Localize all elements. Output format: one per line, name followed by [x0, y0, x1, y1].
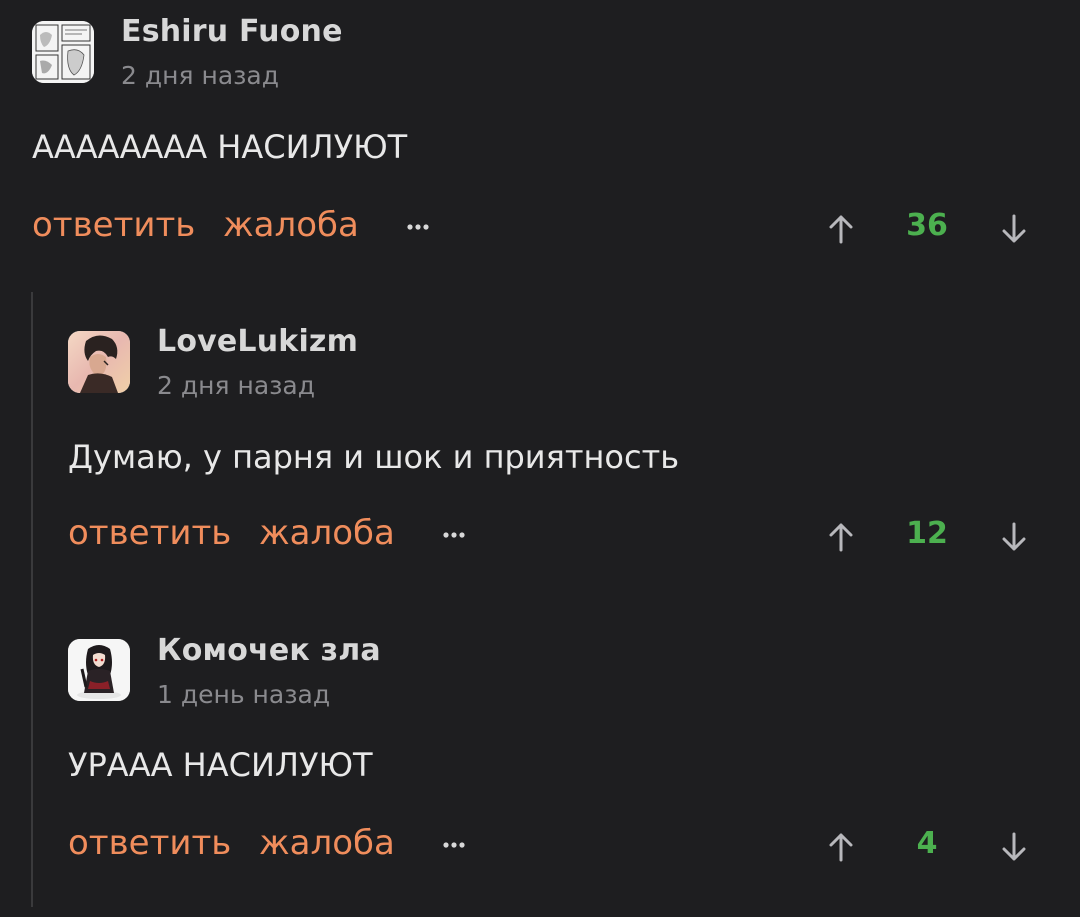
report-button[interactable]: жалоба	[259, 823, 395, 863]
timestamp: 2 дня назад	[121, 61, 280, 90]
arrow-up-icon[interactable]	[825, 831, 857, 863]
avatar[interactable]	[32, 21, 94, 83]
vote-score: 12	[906, 516, 948, 551]
comment-reply: Комочек зла 1 день назад УРААА НАСИЛУЮТ …	[0, 620, 1080, 917]
avatar[interactable]	[68, 639, 130, 701]
author-name[interactable]: Комочек зла	[157, 633, 381, 668]
comment-text: УРААА НАСИЛУЮТ	[68, 746, 373, 784]
vote-score: 36	[906, 208, 948, 243]
comment-actions: ответить жалоба 4	[0, 823, 1080, 873]
comment-reply: LoveLukizm 2 дня назад Думаю, у парня и …	[0, 310, 1080, 610]
comment-actions: ответить жалоба 12	[0, 513, 1080, 563]
report-button[interactable]: жалоба	[223, 205, 359, 245]
reply-button[interactable]: ответить	[68, 823, 231, 863]
author-name[interactable]: LoveLukizm	[157, 324, 358, 359]
arrow-up-icon[interactable]	[825, 521, 857, 553]
arrow-down-icon[interactable]	[998, 831, 1030, 863]
comment-text: Думаю, у парня и шок и приятность	[68, 438, 680, 476]
report-button[interactable]: жалоба	[259, 513, 395, 553]
author-name[interactable]: Eshiru Fuone	[121, 14, 343, 49]
reply-button[interactable]: ответить	[68, 513, 231, 553]
comment-actions: ответить жалоба 36	[0, 205, 1080, 255]
comment: Eshiru Fuone 2 дня назад АААААААА НАСИЛУ…	[0, 0, 1080, 280]
more-dots-icon[interactable]	[404, 219, 432, 233]
comments-page: Eshiru Fuone 2 дня назад АААААААА НАСИЛУ…	[0, 0, 1080, 917]
more-dots-icon[interactable]	[440, 527, 468, 541]
timestamp: 1 день назад	[157, 680, 331, 709]
more-dots-icon[interactable]	[440, 837, 468, 851]
comment-text: АААААААА НАСИЛУЮТ	[32, 128, 408, 166]
timestamp: 2 дня назад	[157, 371, 316, 400]
vote-score: 4	[916, 826, 938, 861]
arrow-down-icon[interactable]	[998, 521, 1030, 553]
arrow-down-icon[interactable]	[998, 213, 1030, 245]
reply-button[interactable]: ответить	[32, 205, 195, 245]
avatar[interactable]	[68, 331, 130, 393]
arrow-up-icon[interactable]	[825, 213, 857, 245]
